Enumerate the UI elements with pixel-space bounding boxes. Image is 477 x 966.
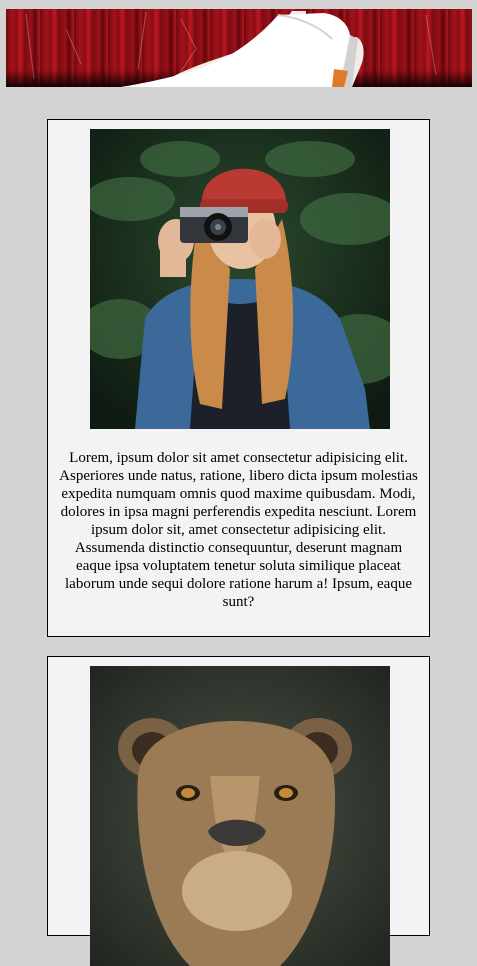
woman-with-camera-image — [90, 129, 390, 429]
card — [47, 656, 430, 966]
shoes-illustration — [25, 11, 437, 87]
card: Lorem, ipsum dolor sit amet consectetur … — [47, 119, 430, 637]
banner-image — [6, 9, 472, 87]
card-description: Lorem, ipsum dolor sit amet consectetur … — [59, 450, 418, 610]
lioness-image — [90, 666, 390, 966]
